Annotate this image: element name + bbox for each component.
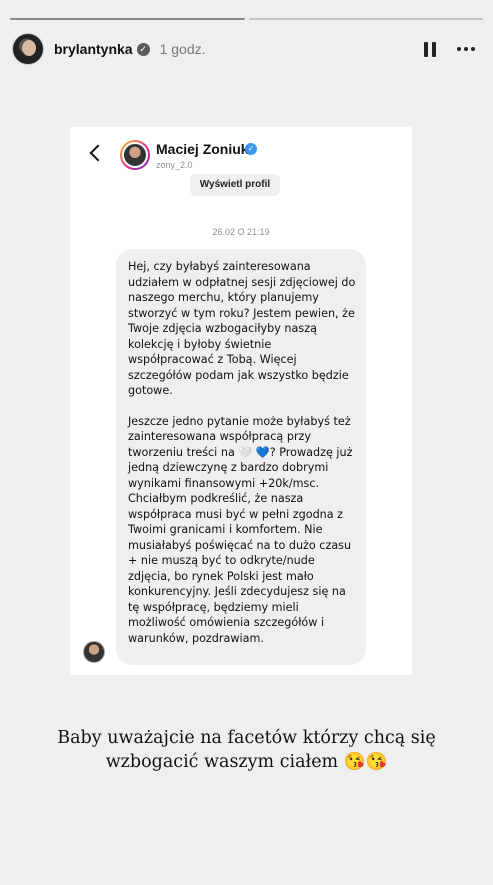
caption-line-2: wzbogacić waszym ciałem 😘😘 [105, 752, 388, 772]
message-paragraph-2: Jeszcze jedno pytanie może byłabyś też z… [128, 414, 353, 645]
username[interactable]: brylantynka [54, 41, 133, 57]
back-arrow-icon [89, 144, 107, 162]
progress-segment-2 [248, 18, 483, 20]
story-header: brylantynka ✓ 1 godz. [12, 30, 481, 68]
post-time: 1 godz. [159, 41, 206, 57]
view-profile-button: Wyświetl profil [190, 174, 280, 196]
message-bubble: Hej, czy byłabyś zainteresowana udziałem… [116, 249, 366, 665]
story-caption: Baby uważajcie na facetów którzy chcą si… [0, 726, 493, 774]
contact-avatar [120, 140, 150, 170]
caption-line-1: Baby uważajcie na facetów którzy chcą si… [57, 728, 436, 748]
verified-badge-icon: ✓ [136, 42, 150, 56]
progress-segment-1 [10, 18, 245, 20]
story-progress [10, 18, 483, 20]
contact-name: Maciej Zoniuk [156, 141, 249, 157]
sender-avatar [83, 641, 105, 663]
message-date: 26.02 O 21:19 [212, 227, 270, 237]
pause-icon[interactable] [419, 38, 441, 60]
contact-handle: zony_2.0 [156, 160, 193, 170]
message-paragraph-1: Hej, czy byłabyś zainteresowana udziałem… [128, 260, 356, 397]
dm-header: Maciej Zoniuk ✓ zony_2.0 [70, 127, 412, 173]
contact-verified-icon: ✓ [245, 143, 257, 155]
more-icon[interactable] [457, 47, 481, 51]
user-avatar[interactable] [12, 33, 44, 65]
dm-screenshot: Maciej Zoniuk ✓ zony_2.0 Wyświetl profil… [70, 127, 412, 675]
